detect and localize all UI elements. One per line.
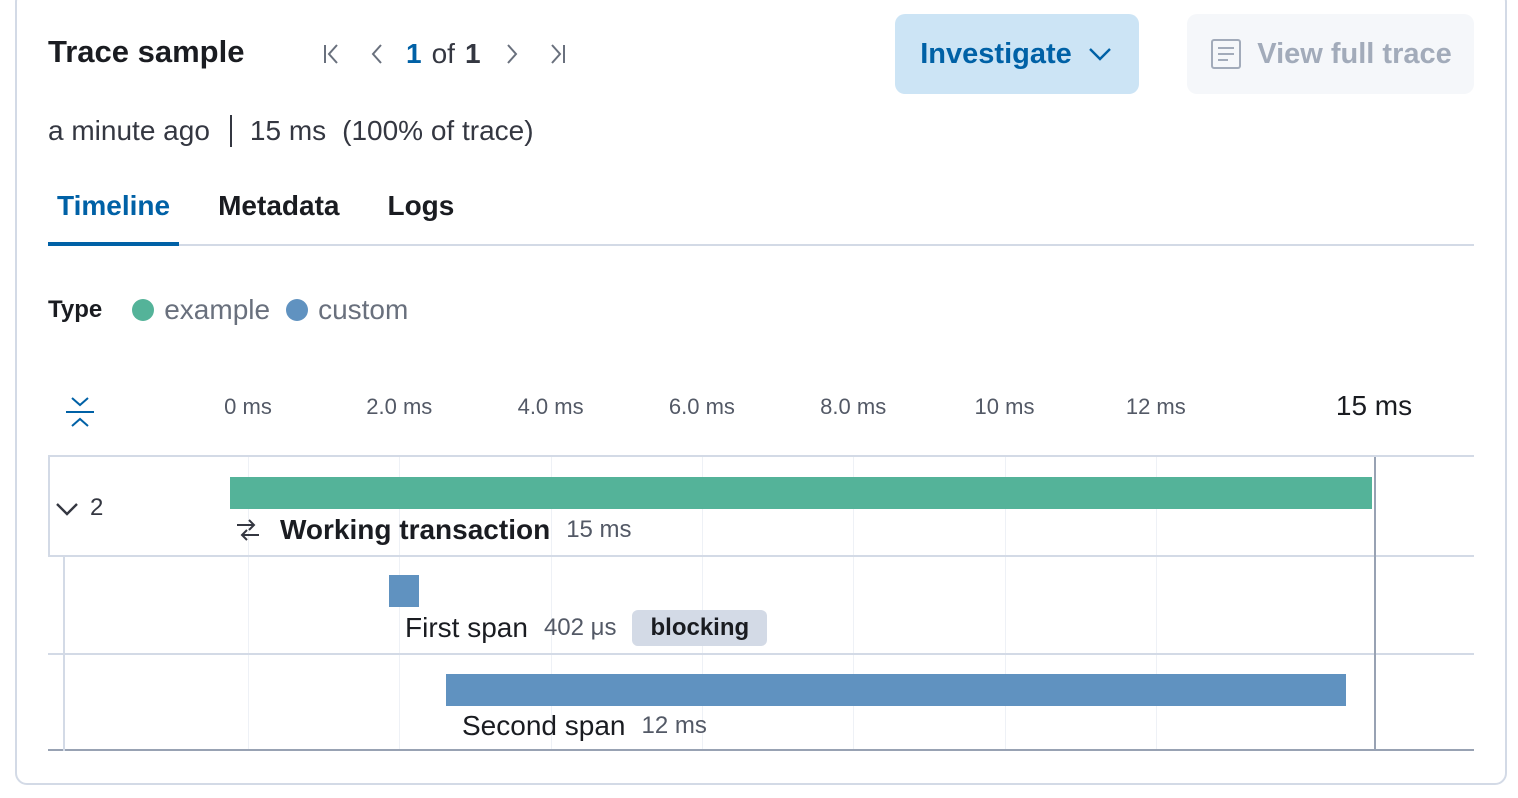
waterfall-bar-second-span[interactable] [446,674,1347,706]
previous-page-button[interactable] [362,34,392,74]
chevron-double-right-icon [550,44,565,64]
last-page-button[interactable] [541,34,571,74]
timeline-tick: 12 ms [1125,394,1186,419]
timeline-end-label: 15 ms [1335,390,1413,421]
chevron-right-icon [506,44,517,64]
investigate-label: Investigate [920,37,1072,70]
tab-bar: Timeline Metadata Logs [48,180,1474,246]
trace-summary: a minute ago 15 ms (100% of trace) [48,112,534,150]
timeline-tick: 4.0 ms [517,394,584,419]
working-transaction-label[interactable]: Working transaction 15 ms [232,513,632,547]
trace-pager: 1 of 1 [318,34,571,74]
waterfall: 2 Working transaction 15 ms First span 4… [48,455,1474,751]
legend-label: Type [48,296,103,323]
timeline-tick: 6.0 ms [668,394,735,419]
waterfall-bar-working-transaction[interactable] [230,477,1373,509]
tree-connector [63,557,65,751]
view-full-trace-button[interactable]: View full trace [1187,14,1474,94]
child-count: 2 [90,494,104,521]
legend-text-example: example [164,294,271,325]
legend-dot-example [132,299,155,321]
page-of-label: of [431,38,455,69]
span-duration: 402 μs [543,614,617,641]
current-page[interactable]: 1 [406,38,422,70]
time-ago: a minute ago [48,115,210,146]
chevron-left-icon [371,44,382,64]
trace-end-line [1374,457,1376,749]
next-page-button[interactable] [497,34,527,74]
timeline-tick: 0 ms [224,394,272,419]
span-duration: 15 ms [566,516,632,543]
expand-toggle[interactable]: 2 [54,493,103,523]
timeline-tick: 2.0 ms [366,394,433,419]
trace-duration: 15 ms [249,115,327,146]
chevron-double-left-icon [324,44,338,64]
legend-item-custom: custom [286,294,408,326]
tab-timeline[interactable]: Timeline [48,180,180,246]
first-span-label[interactable]: First span 402 μs blocking [405,610,768,646]
span-name: Second span [462,710,626,741]
legend-text-custom: custom [318,294,409,325]
view-full-trace-label: View full trace [1257,37,1452,70]
merge-icon [237,519,259,541]
page-indicator: 1 of 1 [406,38,481,70]
investigate-button[interactable]: Investigate [895,14,1139,94]
span-duration: 12 ms [641,712,707,739]
collapse-all-icon[interactable] [60,392,100,432]
legend-dot-custom [286,299,309,321]
span-name: Working transaction [280,514,551,545]
document-icon [1211,39,1242,69]
total-pages: 1 [464,38,481,69]
tab-logs[interactable]: Logs [378,180,463,246]
summary-divider [229,115,232,147]
timeline-tick: 10 ms [974,394,1035,419]
type-legend: Type example custom [48,290,424,330]
blocking-badge: blocking [632,610,768,646]
span-name: First span [405,612,528,643]
timeline-tick: 8.0 ms [820,394,887,419]
percent-of-trace: (100% of trace) [342,115,534,146]
legend-item-example: example [132,294,270,326]
waterfall-bar-first-span[interactable] [389,575,420,607]
chevron-down-icon [56,503,78,516]
chevron-down-icon [1088,48,1111,61]
first-page-button[interactable] [318,34,348,74]
page-title: Trace sample [48,34,245,69]
second-span-label[interactable]: Second span 12 ms [462,709,707,743]
tab-metadata[interactable]: Metadata [209,180,348,246]
